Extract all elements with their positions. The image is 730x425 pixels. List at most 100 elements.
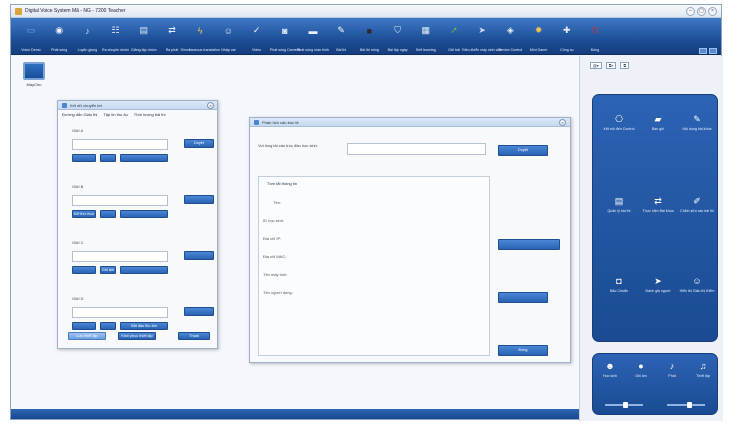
structure-analysis-dialog-header: Phân tích cấu trúc tệ × xyxy=(250,118,570,127)
group-action-button[interactable] xyxy=(100,210,116,218)
toolbar-item-7[interactable]: ☺ Nhập vai xyxy=(218,21,238,54)
group-browse-button[interactable]: Duyệt xyxy=(184,139,214,148)
volume-knob-right[interactable] xyxy=(687,402,693,408)
toolbar-item-17[interactable]: ◈ Device Control xyxy=(499,21,523,54)
toolbar-item-11[interactable]: ✎ Bài thi xyxy=(331,21,351,54)
layout-toggle-button[interactable]: ▥▾ xyxy=(590,62,602,69)
minimize-button[interactable]: – xyxy=(686,7,695,16)
panel-item-4[interactable]: ⇄ Thực hiện Bài khóa xyxy=(638,195,678,214)
toolbar-item-16[interactable]: ➤ Điều khiển máy sinh viên xyxy=(462,21,502,54)
panel-item-2[interactable]: ✎ Nội dung bài khóa xyxy=(677,113,717,132)
right-panel: ▥▾ ⧉▾ ⧉ ⎔ Kết nối đến Control ▰ Bàn ghi ✎ Nội… xyxy=(579,56,723,421)
restore-settings-button[interactable]: Khôi phục thiết lập xyxy=(118,332,156,340)
maximize-button[interactable]: ▢ xyxy=(697,7,706,16)
group-action-button[interactable] xyxy=(120,210,168,218)
desktop-area: MayChu Kết dữ chuyển tới × Đường dẫn Giấ… xyxy=(11,56,579,411)
panel-item-0[interactable]: ⎔ Kết nối đến Control xyxy=(599,113,639,132)
group-action-button[interactable] xyxy=(120,266,168,274)
audio-item-1[interactable]: ● Ghi âm xyxy=(626,360,656,378)
toolbar-item-12[interactable]: ■ Bài thi nóng xyxy=(359,21,379,54)
toolbar-item-4[interactable]: ▤ Giảng tập nhóm xyxy=(131,21,157,54)
toolbar-item-8[interactable]: ✓ Video xyxy=(247,21,267,54)
group-action-button[interactable]: Ghi âm xyxy=(100,266,116,274)
toolbar-item-20[interactable]: ⏻ Đóng xyxy=(585,21,605,54)
audio-item-label: Thiết lập xyxy=(696,374,710,378)
toolbar-item-1[interactable]: ◉ Phát sóng xyxy=(49,21,69,54)
panel-item-8[interactable]: ☺ Hiển thị Giấu thị Kiểm xyxy=(677,275,717,293)
group-path-input[interactable] xyxy=(72,139,168,150)
toolbar-item-15[interactable]: ➚ Gửi bài xyxy=(444,21,464,54)
file-path-tabs: Đường dẫn Giấu thị Tập tin thu âu Thời l… xyxy=(58,110,217,119)
tab-duration[interactable]: Thời lượng bài thi xyxy=(134,112,166,117)
tab-path[interactable]: Đường dẫn Giấu thị xyxy=(62,112,97,117)
toolbar-item-0[interactable]: ▭ Voice Demo xyxy=(21,21,41,54)
audio-item-3[interactable]: ♫ Thiết lập xyxy=(688,360,718,378)
toolbar-item-10[interactable]: ▬ Phát sóng màn hình xyxy=(297,21,329,54)
toolbar-item-13[interactable]: ⛉ Bài tập ngày xyxy=(388,21,408,54)
save-settings-button[interactable]: Lưu thiết lập xyxy=(68,332,106,340)
group-path-input[interactable] xyxy=(72,195,168,206)
analysis-action-button-1[interactable] xyxy=(498,239,560,250)
toolbar-item-18[interactable]: ✹ Mini Game xyxy=(529,21,549,54)
toolbar-item-label: Nhập vai xyxy=(221,48,236,52)
network-icon: ⎔ xyxy=(615,113,623,124)
audio-item-2[interactable]: ♪ Phát xyxy=(657,360,687,378)
info-field-label: Tên người dùng: xyxy=(263,290,293,295)
structure-analysis-dialog-close-button[interactable]: × xyxy=(559,119,566,126)
volume-knob-left[interactable] xyxy=(623,402,629,408)
close-button[interactable]: × xyxy=(708,7,717,16)
group-action-button[interactable]: Bắt đầu thu âm xyxy=(120,322,168,330)
structure-file-input[interactable] xyxy=(347,143,486,155)
desktop-computer[interactable]: MayChu xyxy=(19,62,49,87)
group-browse-button[interactable] xyxy=(184,307,214,316)
pen-icon: ✎ xyxy=(693,113,701,124)
group-action-button[interactable]: Mở thư mục xyxy=(72,210,96,218)
toolbar-item-label: Giảng tập nhóm xyxy=(131,48,157,52)
toolbar-item-14[interactable]: ▦ Self learning xyxy=(416,21,436,54)
group-browse-button[interactable] xyxy=(184,195,214,204)
file-path-dialog-close-button[interactable]: × xyxy=(207,102,214,109)
panel-item-7[interactable]: ➤ Đánh giá người xyxy=(638,275,678,294)
close-analysis-button[interactable]: Đóng xyxy=(498,345,548,356)
panel-item-3[interactable]: ▤ Quản lý bài thi xyxy=(599,195,639,214)
panel-item-5[interactable]: ✐ Chỉnh sửa các bài thi xyxy=(677,195,717,214)
panel-item-6[interactable]: ◘ Bảo Chuẩn xyxy=(599,275,639,293)
window-toggle-button[interactable]: ⧉ xyxy=(620,62,630,69)
volume-slider-left[interactable] xyxy=(605,402,643,408)
panel-item-1[interactable]: ▰ Bàn ghi xyxy=(638,113,678,132)
audio-item-0[interactable]: ☻ Học sinh xyxy=(595,360,625,378)
speaker-icon: ♪ xyxy=(85,25,90,36)
group-action-button[interactable] xyxy=(72,266,96,274)
toolbar-item-9[interactable]: ◙ Phát sóng Camera xyxy=(270,21,300,54)
toolbar-item-label: Voice Demo xyxy=(21,48,41,52)
group-action-button[interactable] xyxy=(100,154,116,162)
analysis-action-button-2[interactable] xyxy=(498,292,548,303)
group-action-button[interactable] xyxy=(72,322,96,330)
group-browse-button[interactable] xyxy=(184,251,214,260)
volume-slider-right[interactable] xyxy=(667,402,705,408)
group-action-button[interactable] xyxy=(120,154,168,162)
mic-icon: ● xyxy=(638,361,644,371)
toolbar-item-3[interactable]: ☷ Ra chuyên nhóm xyxy=(102,21,129,54)
panel-item-label: Nội dung bài khóa xyxy=(682,127,712,131)
toolbar-item-2[interactable]: ♪ Luyện giọng xyxy=(77,21,98,54)
tab-recordings[interactable]: Tập tin thu âu xyxy=(103,112,127,117)
group-action-button[interactable] xyxy=(100,322,116,330)
group-path-input[interactable] xyxy=(72,251,168,262)
group-path-input[interactable] xyxy=(72,307,168,318)
toolbar-item-19[interactable]: ✚ Công cụ xyxy=(557,21,577,54)
toolbar-item-6[interactable]: ϟ Simultaneous translation xyxy=(181,21,220,54)
toolbar-item-label: Bài thi xyxy=(336,48,347,52)
headset-icon: ♫ xyxy=(699,361,707,371)
toolbar-item-5[interactable]: ⇄ Ra phát xyxy=(162,21,182,54)
screen-icon: ▬ xyxy=(308,25,318,36)
exit-button[interactable]: Thoát xyxy=(178,332,210,340)
toolbar-expand-button[interactable] xyxy=(699,48,707,54)
toolbar-item-label: Phát sóng xyxy=(51,48,68,52)
audio-item-label: Phát xyxy=(668,374,676,378)
group-action-button[interactable] xyxy=(72,154,96,162)
browse-button[interactable]: Duyệt xyxy=(498,145,548,156)
view-toggle-button[interactable]: ⧉▾ xyxy=(605,62,617,69)
toolbar-settings-button[interactable] xyxy=(709,48,717,54)
people-icon: ☺ xyxy=(223,25,233,36)
